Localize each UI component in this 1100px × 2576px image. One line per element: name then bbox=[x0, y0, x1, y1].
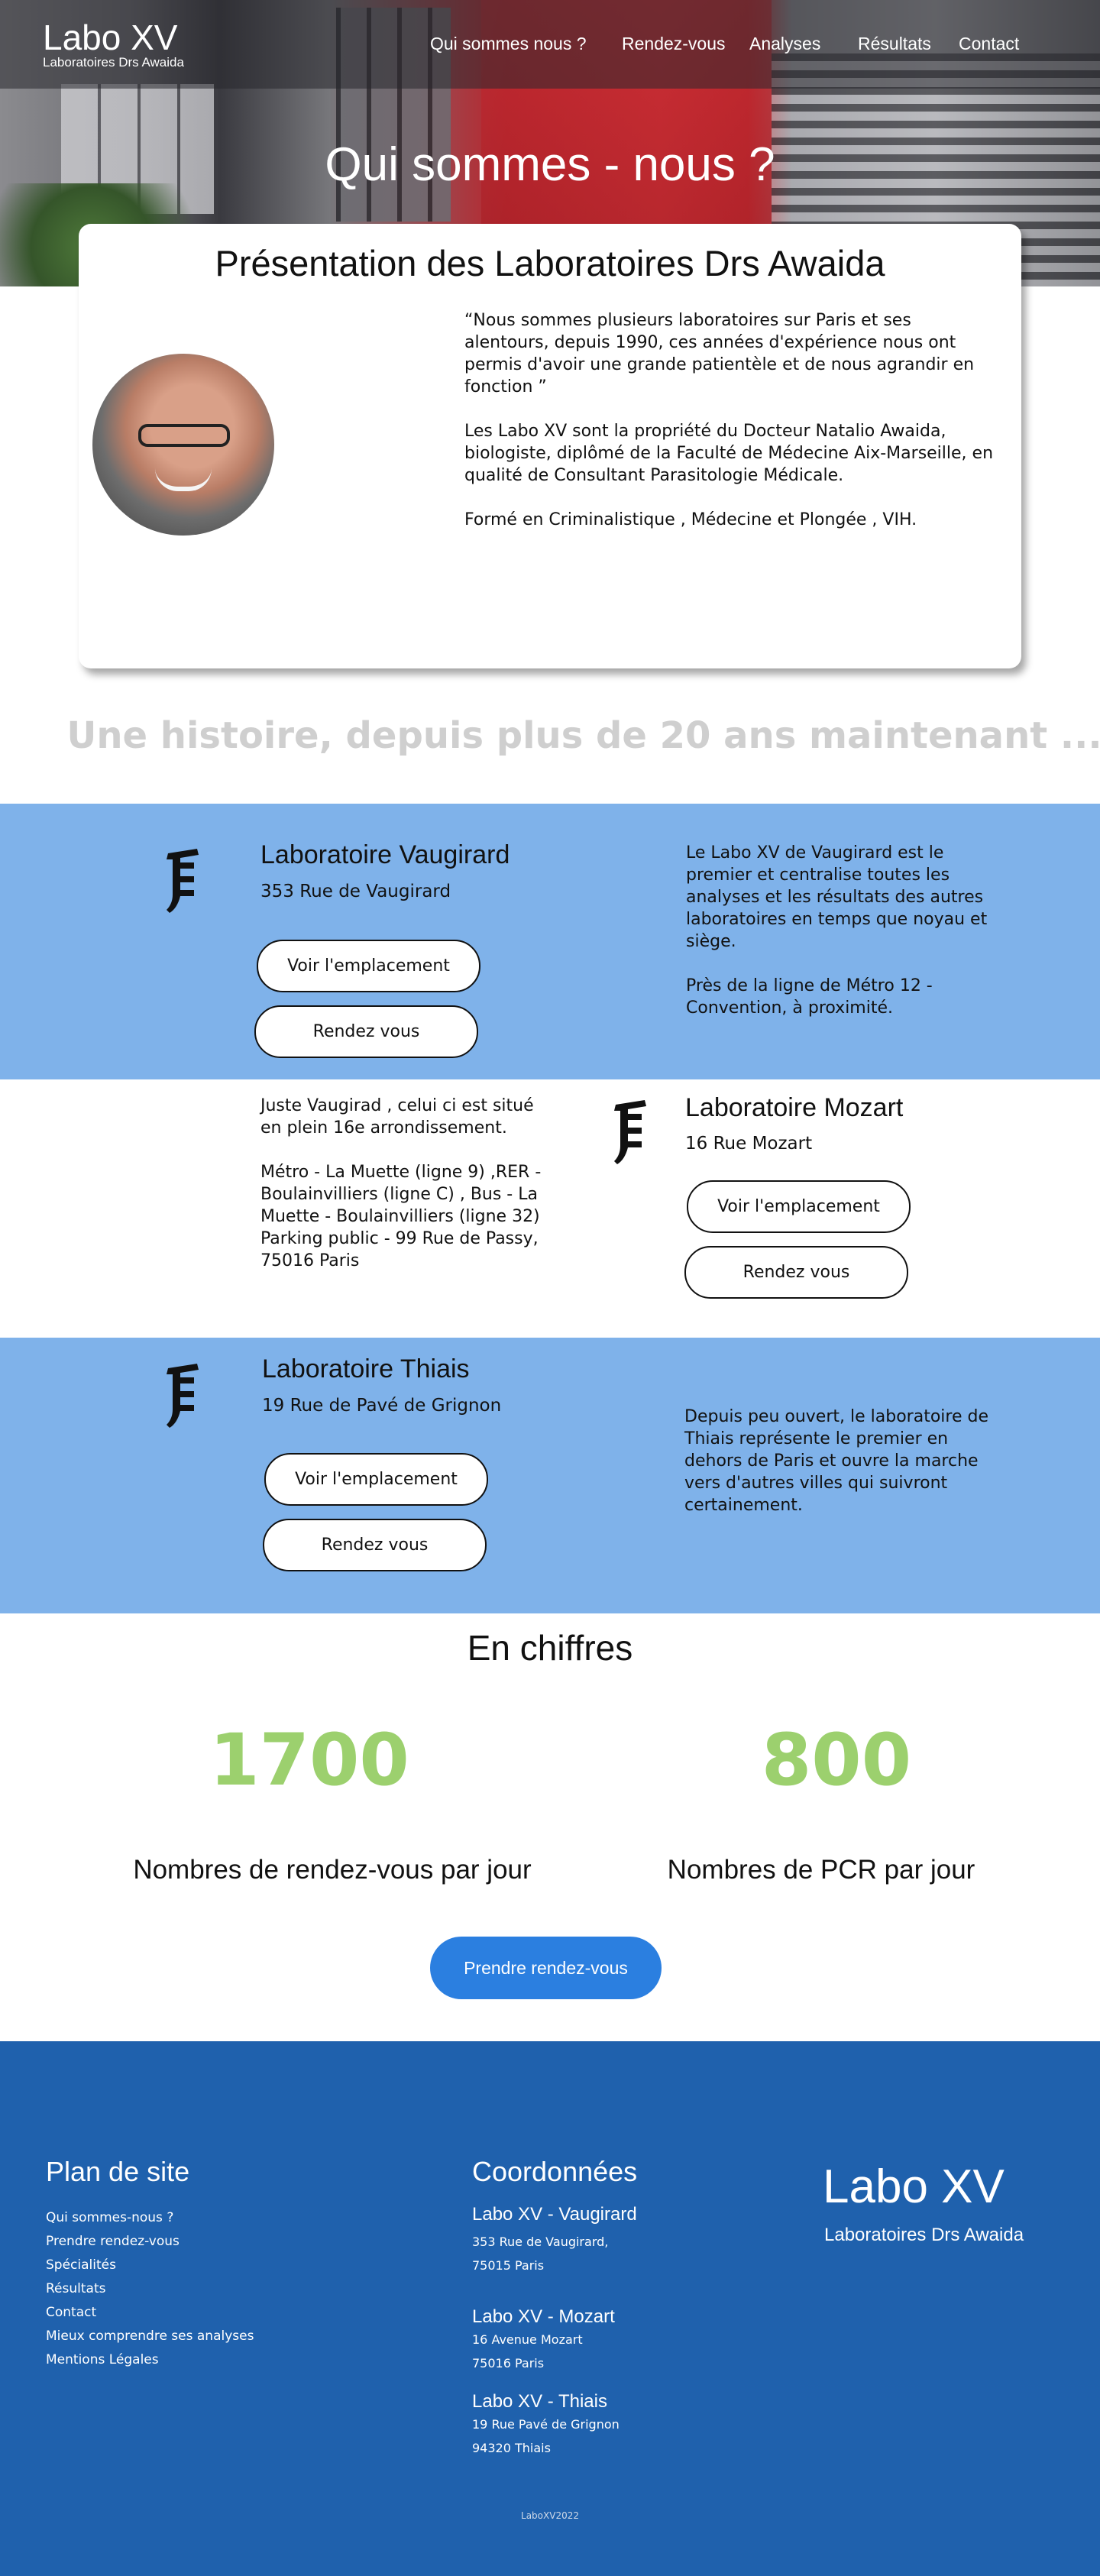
sitemap-title: Plan de site bbox=[46, 2156, 190, 2187]
lab-name: Laboratoire Mozart bbox=[685, 1093, 904, 1122]
appointment-button[interactable]: Rendez vous bbox=[263, 1519, 487, 1571]
nav-appointments[interactable]: Rendez-vous bbox=[622, 34, 726, 54]
lab-description-paragraph: Parking public - 99 Rue de Passy, 75016 … bbox=[260, 1229, 539, 1270]
presentation-title: Présentation des Laboratoires Drs Awaida bbox=[215, 243, 885, 283]
portrait-glasses-shape bbox=[138, 424, 230, 447]
lab-name: Laboratoire Vaugirard bbox=[260, 840, 510, 869]
figures-title: En chiffres bbox=[467, 1628, 633, 1668]
footer-lab-address: 353 Rue de Vaugirard, bbox=[472, 2235, 609, 2249]
view-location-button[interactable]: Voir l'emplacement bbox=[257, 940, 480, 992]
presentation-text: “Nous sommes plusieurs laboratoires sur … bbox=[464, 309, 999, 553]
footer-link-appointment[interactable]: Prendre rendez-vous bbox=[46, 2234, 180, 2249]
nav-results[interactable]: Résultats bbox=[858, 34, 931, 54]
lab-address: 353 Rue de Vaugirard bbox=[260, 882, 451, 901]
presentation-paragraph: Les Labo XV sont la propriété du Docteur… bbox=[464, 422, 994, 485]
book-appointment-button[interactable]: Prendre rendez-vous bbox=[430, 1937, 662, 1999]
stat-label: Nombres de PCR par jour bbox=[667, 1855, 975, 1885]
lab-description-paragraph: Métro - La Muette (ligne 9) ,RER - Boula… bbox=[260, 1163, 542, 1226]
footer-link-specialties[interactable]: Spécialités bbox=[46, 2257, 116, 2273]
footer: Plan de site Qui sommes-nous ? Prendre r… bbox=[0, 2041, 1100, 2576]
nav-analyses[interactable]: Analyses bbox=[749, 34, 820, 54]
doctor-portrait bbox=[92, 354, 274, 536]
lab-description-paragraph: Depuis peu ouvert, le laboratoire de Thi… bbox=[684, 1407, 988, 1515]
footer-brand-subtitle: Laboratoires Drs Awaida bbox=[824, 2225, 1024, 2245]
brand-logo-title[interactable]: Labo XV bbox=[43, 17, 177, 58]
footer-lab-address: 16 Avenue Mozart bbox=[472, 2332, 583, 2347]
nav-about[interactable]: Qui sommes nous ? bbox=[430, 34, 587, 54]
footer-link-results[interactable]: Résultats bbox=[46, 2281, 105, 2296]
lab-description-paragraph: Près de la ligne de Métro 12 - Conventio… bbox=[686, 976, 933, 1018]
lab-vaugirard-section: Laboratoire Vaugirard 353 Rue de Vaugira… bbox=[0, 804, 1100, 1079]
view-location-button[interactable]: Voir l'emplacement bbox=[264, 1453, 488, 1506]
footer-lab-name: Labo XV - Vaugirard bbox=[472, 2204, 637, 2225]
appointment-button[interactable]: Rendez vous bbox=[254, 1005, 478, 1058]
lab-name: Laboratoire Thiais bbox=[262, 1354, 470, 1383]
footer-link-analyses-guide[interactable]: Mieux comprendre ses analyses bbox=[46, 2328, 254, 2344]
presentation-card: Présentation des Laboratoires Drs Awaida… bbox=[79, 224, 1021, 668]
view-location-button[interactable]: Voir l'emplacement bbox=[687, 1180, 911, 1233]
lab-address: 19 Rue de Pavé de Grignon bbox=[262, 1396, 502, 1416]
footer-link-contact[interactable]: Contact bbox=[46, 2305, 96, 2320]
page-title: Qui sommes - nous ? bbox=[325, 138, 775, 191]
lab-description: Depuis peu ouvert, le laboratoire de Thi… bbox=[684, 1406, 990, 1539]
top-navbar: Labo XV Laboratoires Drs Awaida Qui somm… bbox=[0, 0, 1100, 89]
microscope-icon bbox=[167, 849, 199, 913]
footer-brand-title: Labo XV bbox=[823, 2160, 1005, 2213]
brand-logo-subtitle: Laboratoires Drs Awaida bbox=[43, 55, 184, 70]
copyright: LaboXV2022 bbox=[521, 2510, 579, 2521]
portrait-smile-shape bbox=[155, 468, 212, 491]
presentation-paragraph: “Nous sommes plusieurs laboratoires sur … bbox=[464, 311, 975, 396]
footer-lab-name: Labo XV - Thiais bbox=[472, 2391, 607, 2412]
lab-description-paragraph: Juste Vaugirad , celui ci est situé en p… bbox=[260, 1096, 534, 1138]
lab-address: 16 Rue Mozart bbox=[685, 1134, 813, 1154]
footer-lab-name: Labo XV - Mozart bbox=[472, 2306, 615, 2327]
stat-value: 800 bbox=[761, 1719, 912, 1802]
nav-contact[interactable]: Contact bbox=[959, 34, 1019, 54]
footer-lab-city: 75016 Paris bbox=[472, 2356, 545, 2371]
footer-link-legal[interactable]: Mentions Légales bbox=[46, 2352, 159, 2367]
history-heading: Une histoire, depuis plus de 20 ans main… bbox=[66, 714, 1100, 757]
lab-description-paragraph: Le Labo XV de Vaugirard est le premier e… bbox=[686, 843, 988, 951]
presentation-paragraph: Formé en Criminalistique , Médecine et P… bbox=[464, 510, 917, 529]
lab-thiais-section: Laboratoire Thiais 19 Rue de Pavé de Gri… bbox=[0, 1338, 1100, 1613]
appointment-button[interactable]: Rendez vous bbox=[684, 1246, 908, 1299]
footer-lab-city: 75015 Paris bbox=[472, 2258, 545, 2273]
lab-description: Juste Vaugirad , celui ci est situé en p… bbox=[260, 1095, 551, 1272]
lab-description: Le Labo XV de Vaugirard est le premier e… bbox=[686, 842, 1007, 1041]
stat-value: 1700 bbox=[209, 1719, 409, 1802]
footer-lab-address: 19 Rue Pavé de Grignon bbox=[472, 2417, 620, 2432]
footer-link-about[interactable]: Qui sommes-nous ? bbox=[46, 2210, 173, 2225]
stat-label: Nombres de rendez-vous par jour bbox=[133, 1855, 532, 1885]
microscope-icon bbox=[614, 1100, 646, 1164]
microscope-icon bbox=[167, 1364, 199, 1428]
footer-lab-city: 94320 Thiais bbox=[472, 2441, 551, 2455]
contact-title: Coordonnées bbox=[472, 2156, 638, 2187]
